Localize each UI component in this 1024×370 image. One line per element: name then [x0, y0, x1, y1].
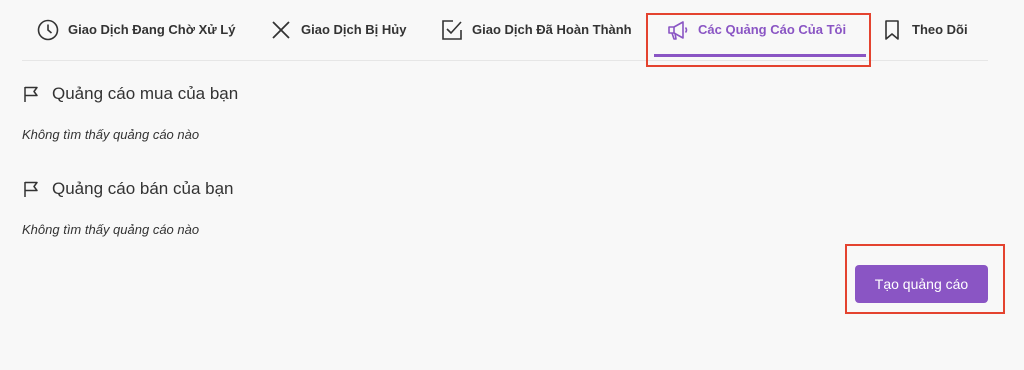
tab-completed-transactions[interactable]: Giao Dịch Đã Hoàn Thành	[440, 18, 632, 52]
tab-cancelled-transactions[interactable]: Giao Dịch Bị Hủy	[269, 18, 406, 52]
tab-label: Giao Dịch Đã Hoàn Thành	[472, 22, 632, 37]
checkbox-icon	[440, 18, 464, 42]
buy-ads-empty-message: Không tìm thấy quảng cáo nào	[22, 127, 200, 142]
buy-ads-section-title: Quảng cáo mua của bạn	[22, 84, 238, 104]
tab-pending-transactions[interactable]: Giao Dịch Đang Chờ Xử Lý	[36, 18, 235, 52]
close-icon	[269, 18, 293, 42]
section-title-label: Quảng cáo mua của bạn	[52, 84, 239, 103]
highlight-box-create-button	[845, 244, 1005, 314]
flag-icon	[22, 85, 40, 103]
tab-label: Giao Dịch Bị Hủy	[301, 22, 407, 37]
sell-ads-empty-message: Không tìm thấy quảng cáo nào	[22, 222, 200, 237]
tab-label: Giao Dịch Đang Chờ Xử Lý	[68, 22, 236, 37]
clock-icon	[36, 18, 60, 42]
flag-icon	[22, 180, 40, 198]
section-title-label: Quảng cáo bán của bạn	[52, 179, 234, 198]
bookmark-icon	[880, 18, 904, 42]
tab-following[interactable]: Theo Dõi	[880, 18, 968, 52]
highlight-box-my-ads-tab	[646, 13, 871, 67]
sell-ads-section-title: Quảng cáo bán của bạn	[22, 179, 233, 199]
tab-label: Theo Dõi	[912, 22, 968, 37]
